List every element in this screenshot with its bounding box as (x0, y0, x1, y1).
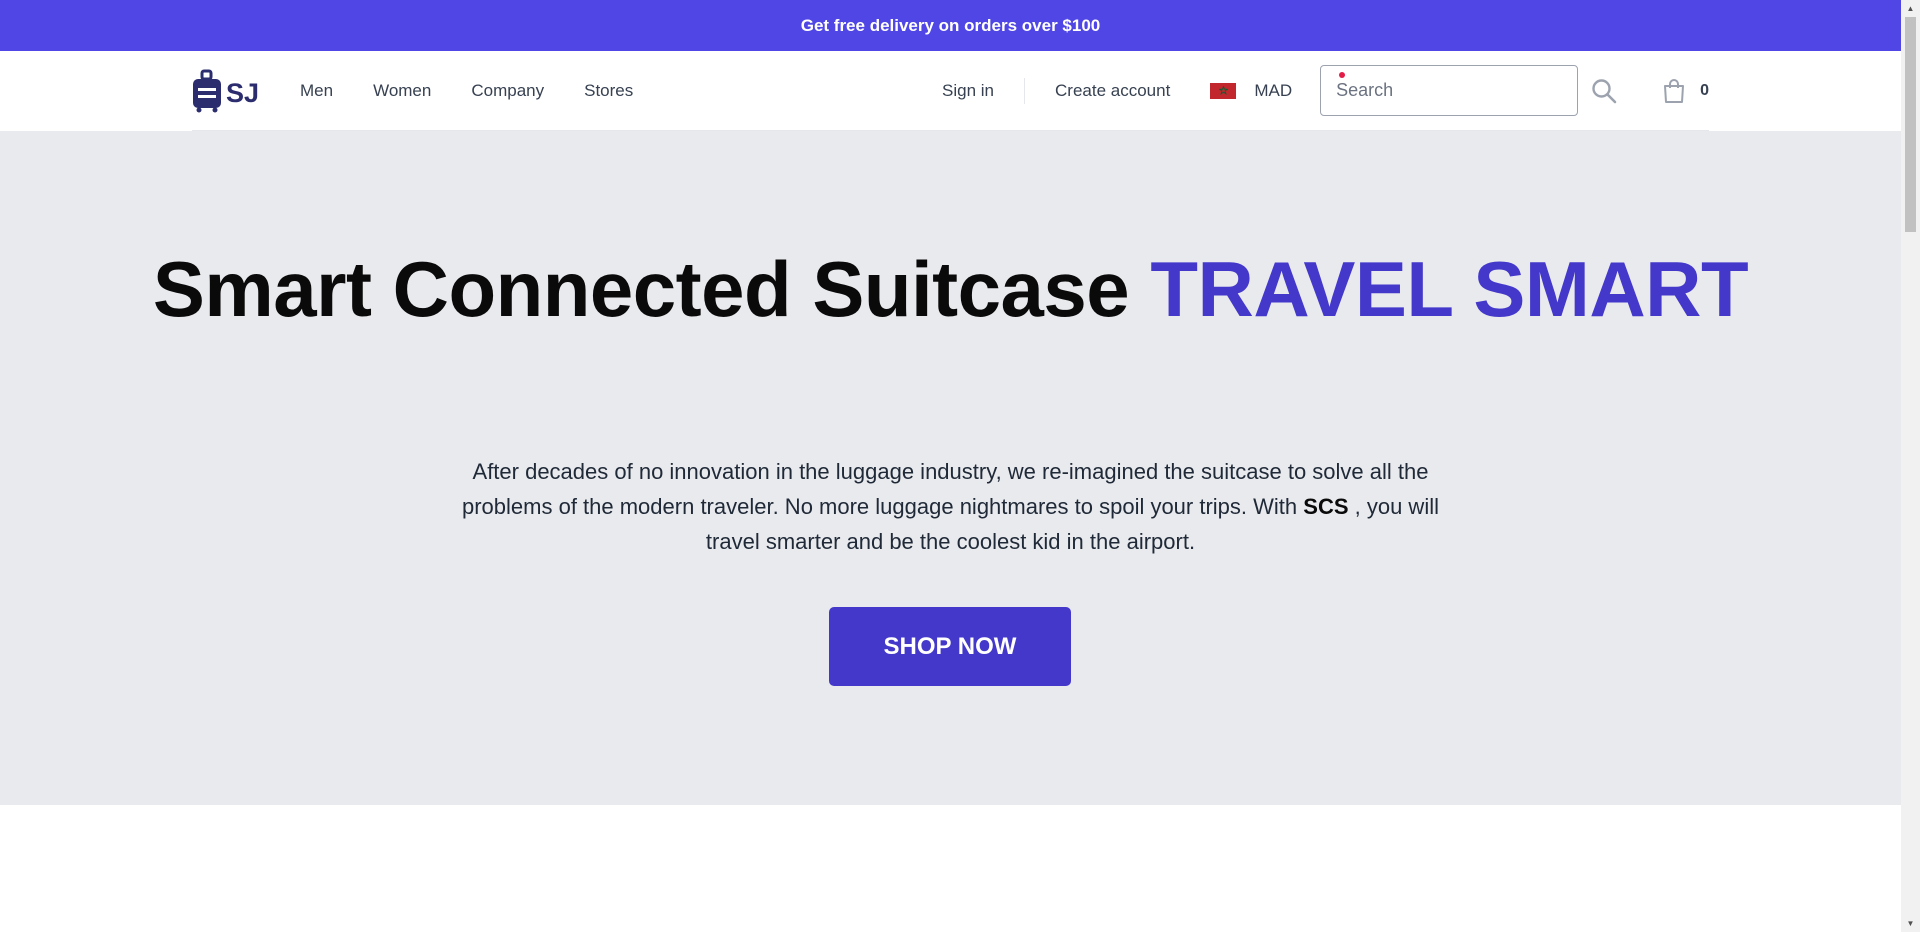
shop-now-button[interactable]: SHOP NOW (829, 607, 1071, 686)
hero-description-before: After decades of no innovation in the lu… (461, 459, 1429, 519)
nav-link-company[interactable]: Company (471, 81, 544, 101)
search-input[interactable] (1321, 66, 1578, 115)
nav-link-women[interactable]: Women (373, 81, 431, 101)
hero-description-brand: SCS (1303, 494, 1349, 519)
nav-link-stores[interactable]: Stores (584, 81, 633, 101)
cart-count: 0 (1700, 81, 1709, 99)
currency-label: MAD (1254, 80, 1293, 100)
hero-title: Smart Connected Suitcase TRAVEL SMART (0, 250, 1901, 328)
search-icon (1592, 78, 1617, 103)
scroll-up-arrow-icon[interactable]: ▲ (1901, 0, 1920, 17)
hero-description: After decades of no innovation in the lu… (446, 454, 1456, 559)
hero-title-accent: TRAVEL SMART (1150, 245, 1749, 333)
nav-right: Sign in Create account MAD Search 0 (942, 65, 1709, 116)
primary-nav: Men Women Company Stores (300, 81, 633, 101)
suitcase-logo-icon: SJ (193, 69, 259, 112)
navbar: SJ Men Women Company Stores Sign in Crea… (0, 51, 1901, 131)
nav-divider (1024, 77, 1026, 104)
logo-text: SJ (226, 78, 259, 108)
nav-link-men[interactable]: Men (300, 81, 333, 101)
hero-section: Smart Connected Suitcase TRAVEL SMART Af… (0, 131, 1901, 805)
scroll-down-arrow-icon[interactable]: ▼ (1901, 915, 1920, 932)
navbar-inner: SJ Men Women Company Stores Sign in Crea… (192, 51, 1709, 131)
sign-in-link[interactable]: Sign in (942, 81, 994, 101)
cart-button[interactable]: 0 (1662, 78, 1709, 104)
announcement-bar: Get free delivery on orders over $100 (0, 0, 1901, 51)
morocco-flag-icon (1210, 82, 1237, 99)
shopping-bag-icon (1664, 78, 1685, 103)
page: Get free delivery on orders over $100 SJ… (0, 0, 1901, 932)
logo[interactable]: SJ (192, 69, 270, 113)
currency-selector[interactable]: MAD (1210, 81, 1292, 101)
scrollbar-thumb[interactable] (1905, 17, 1916, 232)
search-button[interactable] (1590, 77, 1618, 105)
announcement-text: Get free delivery on orders over $100 (800, 15, 1101, 35)
hero-title-main: Smart Connected Suitcase (152, 245, 1130, 333)
create-account-link[interactable]: Create account (1055, 81, 1170, 101)
vertical-scrollbar[interactable]: ▲ ▼ (1901, 0, 1920, 932)
search-box (1320, 65, 1579, 116)
